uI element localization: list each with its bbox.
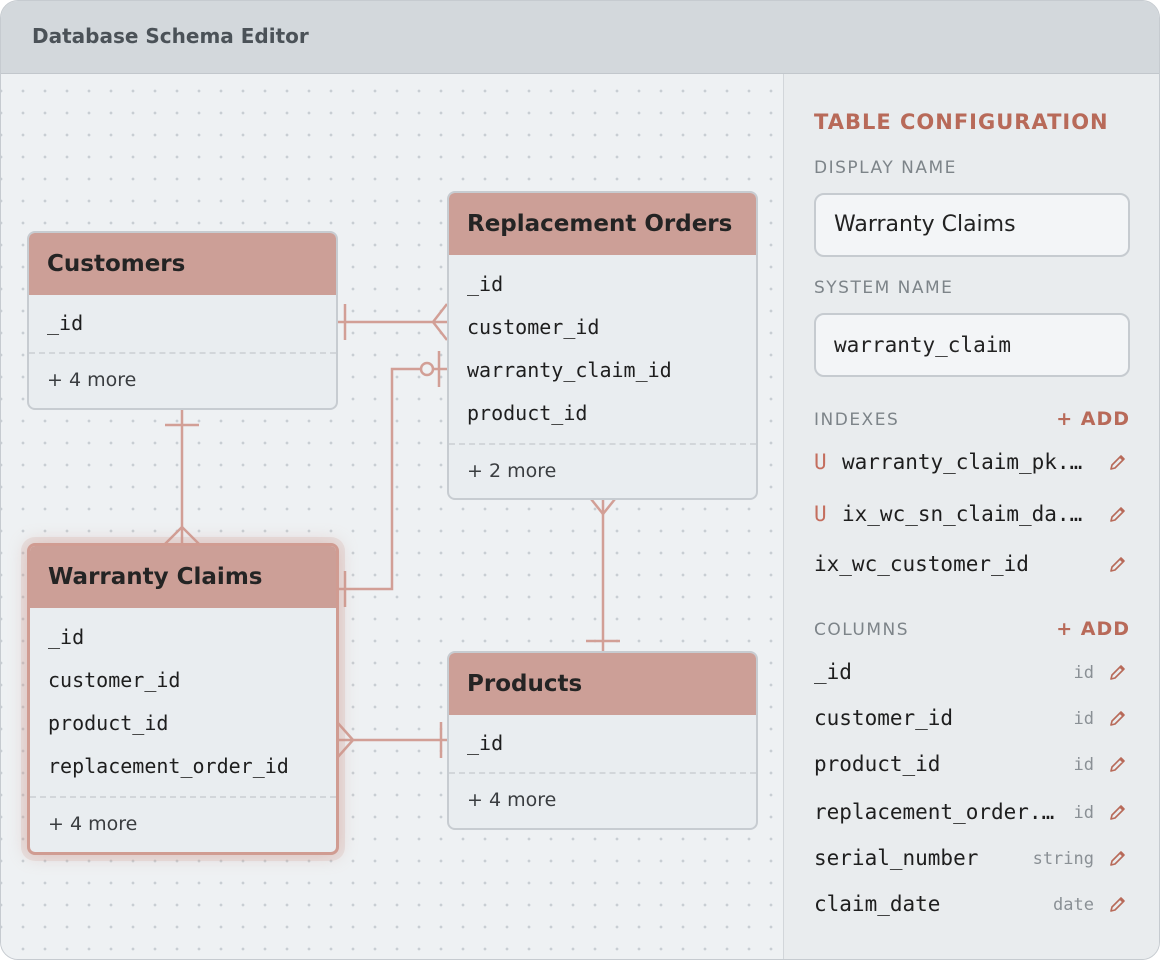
entity-field: product_id: [467, 401, 588, 425]
display-name-label: DISPLAY NAME: [814, 158, 957, 178]
column-row[interactable]: product_id id: [814, 750, 1130, 780]
entity-field: _id: [48, 625, 85, 649]
entity-field: replacement_order_id: [48, 754, 289, 778]
unique-index-marker: U: [814, 450, 827, 474]
entity-title: Products: [449, 653, 756, 715]
entity-field: _id: [467, 731, 504, 755]
system-name-input[interactable]: warranty_claim: [814, 313, 1130, 377]
column-name: claim_date: [814, 892, 941, 916]
entity-replacement-orders[interactable]: Replacement Orders _id customer_id warra…: [447, 191, 758, 500]
entity-field: product_id: [48, 711, 169, 735]
entity-field: _id: [467, 272, 504, 296]
pencil-icon[interactable]: [1108, 452, 1128, 472]
link-customers-warranty-claims[interactable]: [164, 410, 200, 545]
column-type: string: [1032, 849, 1094, 869]
column-row[interactable]: claim_date date: [814, 890, 1130, 920]
index-row[interactable]: U ix_wc_sn_claim_da...: [814, 500, 1130, 530]
column-name: replacement_order...: [814, 800, 1064, 824]
entity-title: Warranty Claims: [30, 546, 336, 608]
title-bar: Database Schema Editor: [1, 1, 1159, 74]
column-row[interactable]: customer_id id: [814, 704, 1130, 734]
add-index-button[interactable]: + ADD: [1056, 408, 1130, 430]
table-config-panel: TABLE CONFIGURATION DISPLAY NAME Warrant…: [783, 74, 1159, 959]
column-name: product_id: [814, 752, 941, 776]
index-name: warranty_claim_pk...: [842, 450, 1090, 474]
pencil-icon[interactable]: [1108, 662, 1128, 682]
entity-field: customer_id: [467, 315, 600, 339]
display-name-input[interactable]: Warranty Claims: [814, 193, 1130, 257]
diagram-canvas[interactable]: Customers _id + 4 more Replacement Order…: [1, 74, 783, 959]
add-column-button[interactable]: + ADD: [1056, 618, 1130, 640]
pencil-icon[interactable]: [1108, 504, 1128, 524]
column-type: id: [1073, 663, 1094, 683]
columns-label: COLUMNS: [814, 620, 909, 640]
pencil-icon[interactable]: [1108, 754, 1128, 774]
column-row[interactable]: _id id: [814, 658, 1130, 688]
pencil-icon[interactable]: [1108, 848, 1128, 868]
column-type: id: [1073, 755, 1094, 775]
entity-more-fields[interactable]: + 4 more: [449, 772, 756, 826]
column-type: date: [1053, 895, 1094, 915]
panel-heading: TABLE CONFIGURATION: [814, 110, 1109, 134]
index-name: ix_wc_customer_id: [814, 552, 1029, 576]
pencil-icon[interactable]: [1108, 802, 1128, 822]
column-name: _id: [814, 660, 852, 684]
entity-customers[interactable]: Customers _id + 4 more: [27, 231, 338, 410]
pencil-icon[interactable]: [1108, 894, 1128, 914]
entity-title: Replacement Orders: [449, 193, 756, 255]
index-row[interactable]: ix_wc_customer_id: [814, 550, 1130, 580]
entity-field: customer_id: [48, 668, 181, 692]
column-type: id: [1073, 803, 1094, 823]
indexes-label: INDEXES: [814, 410, 900, 430]
entity-title: Customers: [29, 233, 336, 295]
entity-warranty-claims[interactable]: Warranty Claims _id customer_id product_…: [27, 543, 339, 855]
unique-index-marker: U: [814, 502, 827, 526]
entity-products[interactable]: Products _id + 4 more: [447, 651, 758, 830]
link-replacement-orders-products[interactable]: [586, 498, 620, 652]
link-warranty-claims-replacement-orders[interactable]: [337, 351, 447, 607]
entity-more-fields[interactable]: + 2 more: [449, 443, 756, 497]
column-name: customer_id: [814, 706, 954, 730]
column-row[interactable]: replacement_order... id: [814, 798, 1130, 828]
index-row[interactable]: U warranty_claim_pk...: [814, 448, 1130, 478]
link-warranty-claims-products[interactable]: [336, 721, 447, 759]
window-title: Database Schema Editor: [32, 24, 309, 48]
system-name-label: SYSTEM NAME: [814, 278, 954, 298]
entity-more-fields[interactable]: + 4 more: [29, 352, 336, 406]
link-customers-replacement-orders[interactable]: [337, 303, 448, 341]
column-type: id: [1073, 709, 1094, 729]
column-name: serial_number: [814, 846, 979, 870]
entity-more-fields[interactable]: + 4 more: [30, 796, 336, 850]
schema-editor-window: Database Schema Editor Customers _id + 4…: [0, 0, 1160, 960]
entity-field: warranty_claim_id: [467, 358, 672, 382]
entity-field: _id: [47, 311, 84, 335]
index-name: ix_wc_sn_claim_da...: [842, 502, 1090, 526]
pencil-icon[interactable]: [1108, 708, 1128, 728]
column-row[interactable]: serial_number string: [814, 844, 1130, 874]
pencil-icon[interactable]: [1108, 554, 1128, 574]
